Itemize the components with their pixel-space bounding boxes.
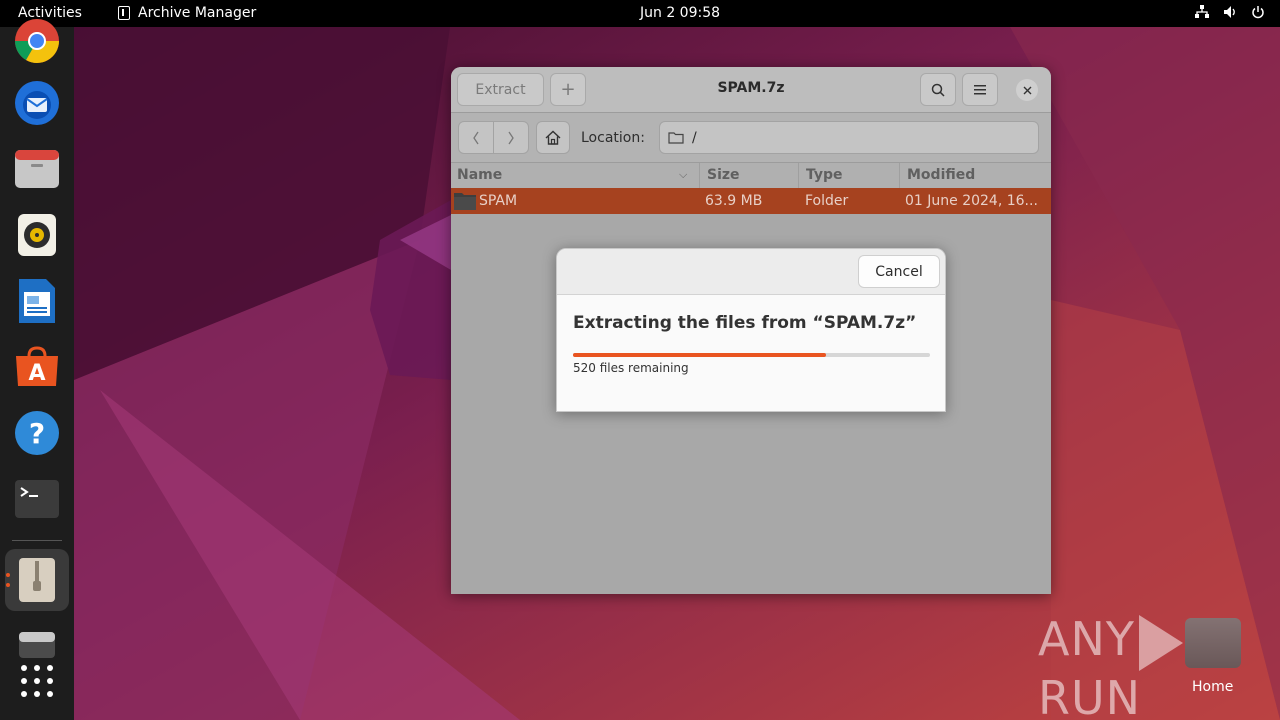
dialog-header: Cancel (557, 249, 945, 295)
dialog-status: 520 files remaining (573, 361, 689, 375)
location-field[interactable]: / (659, 121, 1039, 154)
app-menu-label: Archive Manager (138, 5, 257, 21)
dock: A ? (0, 19, 74, 720)
power-icon[interactable] (1250, 4, 1266, 20)
rhythmbox-icon[interactable] (13, 211, 61, 259)
help-icon[interactable]: ? (13, 409, 61, 457)
chevron-down-icon: ⌵ (679, 168, 688, 181)
back-button[interactable] (458, 121, 494, 154)
search-button[interactable] (920, 73, 956, 106)
location-path: / (692, 129, 697, 146)
chrome-icon[interactable] (13, 17, 61, 65)
location-bar: Location: / (451, 113, 1051, 163)
row-type: Folder (805, 193, 849, 209)
folder-icon (668, 132, 684, 144)
app-menu[interactable]: Archive Manager (118, 5, 256, 21)
writer-icon[interactable] (13, 277, 61, 325)
folder-icon (454, 193, 476, 210)
header-bar: Extract + SPAM.7z (451, 67, 1051, 113)
progress-fill (573, 353, 827, 357)
forward-button[interactable] (493, 121, 529, 154)
home-button[interactable] (536, 121, 570, 154)
files-icon[interactable] (13, 145, 61, 193)
top-bar: Activities Archive Manager Jun 2 09:58 (0, 0, 1280, 27)
show-apps-icon[interactable] (13, 657, 61, 705)
column-separator (699, 163, 700, 188)
table-row[interactable]: SPAM 63.9 MB Folder 01 June 2024, 16... (451, 188, 1051, 214)
archive-manager-icon[interactable] (13, 556, 61, 604)
clock[interactable]: Jun 2 09:58 (640, 5, 720, 21)
row-name: SPAM (479, 193, 518, 209)
svg-text:?: ? (29, 417, 45, 450)
home-icon (545, 130, 561, 145)
menu-button[interactable] (962, 73, 998, 106)
column-size[interactable]: Size (707, 167, 740, 183)
terminal-icon[interactable] (13, 475, 61, 523)
dock-separator (12, 540, 62, 541)
network-icon[interactable] (1194, 4, 1210, 20)
column-separator (899, 163, 900, 188)
hamburger-icon (974, 84, 986, 94)
progress-bar (573, 353, 930, 357)
window-title: SPAM.7z (717, 80, 785, 96)
column-separator (798, 163, 799, 188)
running-indicator (6, 573, 10, 577)
svg-text:A: A (28, 361, 45, 386)
thunderbird-icon[interactable] (13, 79, 61, 127)
close-icon (1023, 86, 1031, 94)
home-folder-label: Home (1192, 679, 1234, 695)
volume-icon[interactable] (1222, 4, 1238, 20)
system-tray[interactable] (1194, 4, 1266, 20)
column-name[interactable]: Name (457, 167, 502, 183)
search-icon (931, 83, 945, 97)
running-indicator (6, 583, 10, 587)
app-center-icon[interactable]: A (13, 343, 61, 391)
cancel-button[interactable]: Cancel (858, 255, 940, 288)
home-folder-icon[interactable] (1185, 618, 1241, 668)
watermark-logo: ANYRUN (1038, 612, 1280, 720)
dialog-title: Extracting the files from “SPAM.7z” (573, 313, 917, 333)
location-label: Location: (581, 130, 645, 146)
column-modified[interactable]: Modified (907, 167, 975, 183)
close-button[interactable] (1016, 79, 1038, 101)
column-header: Name ⌵ Size Type Modified (451, 163, 1051, 188)
chevron-right-icon (508, 131, 514, 144)
row-size: 63.9 MB (705, 193, 763, 209)
chevron-left-icon (473, 131, 479, 144)
column-type[interactable]: Type (806, 167, 843, 183)
archive-manager-icon (118, 6, 130, 20)
extraction-dialog: Cancel Extracting the files from “SPAM.7… (556, 248, 946, 412)
row-modified: 01 June 2024, 16... (905, 193, 1038, 209)
